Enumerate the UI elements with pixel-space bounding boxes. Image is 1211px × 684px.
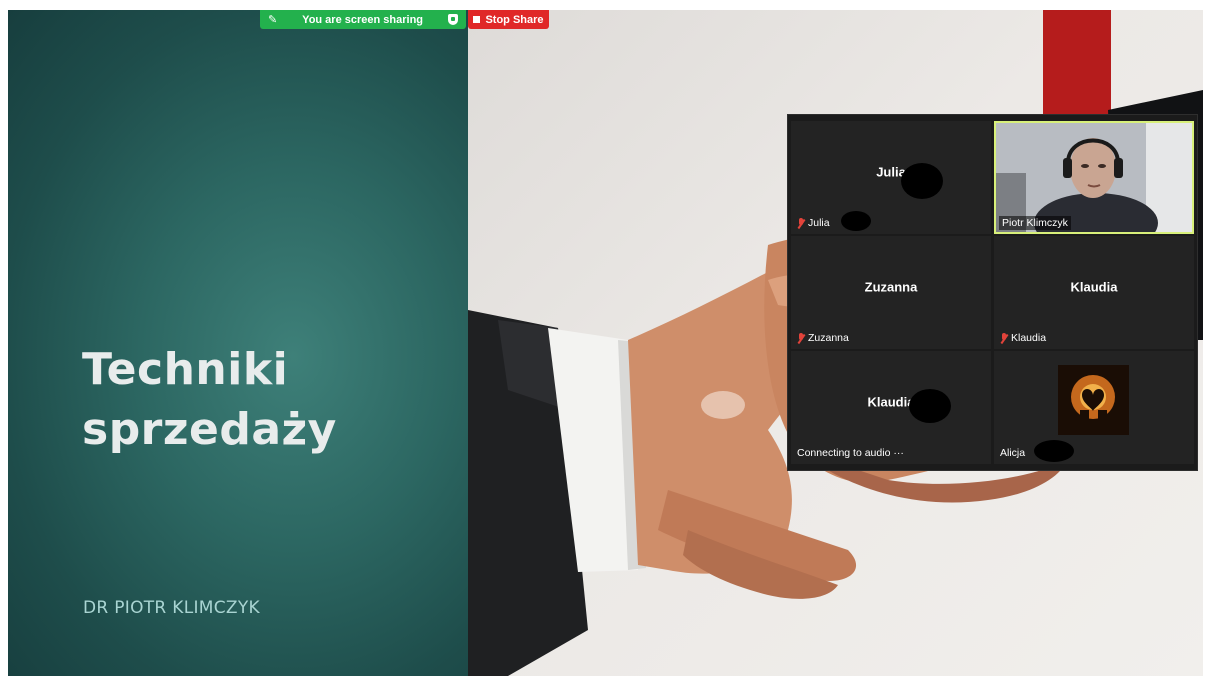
participant-footer: Zuzanna [797, 332, 849, 344]
participant-name: Julia [876, 164, 906, 180]
stop-share-button[interactable]: Stop Share [468, 10, 549, 29]
participant-tile-klaudia[interactable]: Klaudia Klaudia [994, 236, 1194, 349]
screen-sharing-bar[interactable]: ✎ You are screen sharing [260, 10, 466, 29]
redaction-mark [901, 163, 943, 199]
participant-tile-klaudia-2[interactable]: Klaudia Connecting to audio ··· [791, 351, 991, 464]
muted-mic-icon [797, 217, 805, 229]
participant-label: Julia [808, 217, 830, 229]
participant-tile-julia[interactable]: Julia Julia [791, 121, 991, 234]
slide-subtitle: DR PIOTR KLIMCZYK [83, 598, 261, 618]
participant-tile-alicja[interactable]: Alicja [994, 351, 1194, 464]
loading-dots-icon: ··· [893, 447, 904, 459]
participant-name: Klaudia [1070, 279, 1118, 295]
participant-name: Klaudia [867, 394, 915, 410]
participant-footer: Alicja [1000, 447, 1025, 459]
profile-picture [1058, 365, 1129, 435]
profile-image [1058, 365, 1129, 435]
participant-label: Connecting to audio [797, 447, 891, 459]
slide-title-panel: Techniki sprzedaży DR PIOTR KLIMCZYK [8, 10, 468, 676]
pin-icon[interactable]: ✎ [268, 13, 277, 26]
participant-tile-piotr[interactable]: Piotr Klimczyk [994, 121, 1194, 234]
redaction-mark [1034, 440, 1074, 462]
participant-label: Piotr Klimczyk [999, 216, 1071, 230]
participant-footer: Klaudia [1000, 332, 1046, 344]
stop-icon [473, 16, 481, 23]
participant-footer: Connecting to audio ··· [797, 447, 904, 459]
participant-label: Klaudia [1011, 332, 1047, 344]
security-shield-icon[interactable] [447, 14, 458, 25]
redaction-mark [841, 211, 871, 231]
participant-label: Alicja [1000, 447, 1026, 459]
muted-mic-icon [797, 332, 805, 344]
stop-share-label: Stop Share [485, 13, 544, 26]
redaction-mark [909, 389, 951, 423]
participant-name: Zuzanna [864, 279, 918, 295]
participants-gallery[interactable]: Julia Julia Piotr Klimczyk Zuzanna Zuzan… [787, 114, 1198, 471]
participant-footer: Julia [797, 217, 830, 229]
participant-tile-zuzanna[interactable]: Zuzanna Zuzanna [791, 236, 991, 349]
screen-sharing-status: You are screen sharing [302, 13, 424, 26]
slide-title: Techniki sprzedaży [82, 344, 337, 455]
muted-mic-icon [1000, 332, 1008, 344]
participant-label: Zuzanna [808, 332, 849, 344]
